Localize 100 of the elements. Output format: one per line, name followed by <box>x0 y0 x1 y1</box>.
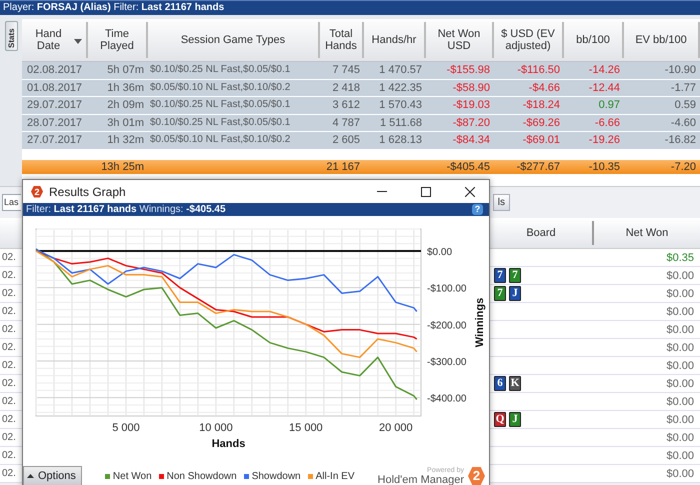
table-cell-text: -$84.34 <box>452 133 491 148</box>
app-logo: 2 <box>31 186 43 198</box>
playing-card: J <box>509 286 521 301</box>
table-cell-text: -16.82 <box>664 133 697 148</box>
player-filter-bar: Player: FORSAJ (Alias) Filter: Last 21167 hands <box>0 0 700 15</box>
table-cell-text: $0.10/$0.25 NL Fast,$0.05/$0.1 <box>149 63 292 77</box>
net-won-cell-text: $0.00 <box>665 360 695 372</box>
total-cell-text: 13h 25m <box>100 160 145 174</box>
net-won-cell-text: $0.00 <box>665 414 695 426</box>
table-cell-text: -$4.66 <box>528 80 561 96</box>
date-cell: 02. <box>2 432 16 443</box>
column-header[interactable]: Session Game Types <box>148 22 320 58</box>
date-cell: 02. <box>2 306 16 317</box>
column-header[interactable]: Hands/hr <box>364 22 426 58</box>
playing-card: 7 <box>509 268 521 283</box>
column-header[interactable]: Hand Date <box>25 28 72 52</box>
playing-card: 7 <box>494 268 506 283</box>
net-won-cell-text: $0.00 <box>665 432 695 444</box>
column-header[interactable]: $ USD (EV adjusted) <box>494 22 564 58</box>
net-won-cell-text: $0.00 <box>665 342 695 354</box>
y-tick-label: $0.00 <box>427 247 452 258</box>
options-button[interactable]: Options <box>23 466 82 485</box>
column-header[interactable]: Net Won USD <box>426 22 494 58</box>
legend-label: Net Won <box>112 470 152 482</box>
table-cell-text: $0.10/$0.25 NL Fast,$0.05/$0.1 <box>149 98 292 112</box>
column-header[interactable]: bb/100 <box>564 22 624 58</box>
table-cell-text: 2 418 <box>331 80 361 96</box>
date-cell: 02. <box>2 450 16 461</box>
brand-name: Hold'em Manager <box>378 474 464 485</box>
table-cell-text: -12.44 <box>588 80 621 96</box>
date-cell: 02. <box>2 360 16 371</box>
date-cell: 02. <box>2 414 16 425</box>
y-tick-label: -$100.00 <box>427 284 466 295</box>
total-cell-text: -10.35 <box>588 160 621 174</box>
table-cell-text: -4.60 <box>670 116 697 131</box>
table-cell-text: -19.26 <box>588 133 621 148</box>
date-cell: 02. <box>2 252 16 263</box>
table-cell-text: 3 612 <box>331 98 361 114</box>
total-cell-text: 21 167 <box>325 160 361 174</box>
total-cell-text: -7.20 <box>670 160 697 174</box>
window-title: Results Graph <box>49 184 127 198</box>
table-cell-text: 27.07.2017 <box>26 133 84 148</box>
x-tick-label: 10 000 <box>199 422 233 434</box>
table-cell-text: 7 745 <box>331 63 361 78</box>
date-cell: 02. <box>2 378 16 389</box>
date-cell: 02. <box>2 468 16 479</box>
table-cell-text: -$69.26 <box>522 116 561 131</box>
table-cell-text: 1h 36m <box>106 80 145 96</box>
x-axis-title: Hands <box>212 438 246 450</box>
table-cell-text: 2 605 <box>331 133 361 148</box>
table-cell-text: -1.77 <box>670 80 697 96</box>
stats-tab[interactable]: Stats <box>4 21 18 51</box>
maximize-icon <box>421 186 431 196</box>
table-cell-text: 1 570.43 <box>378 98 423 114</box>
column-header[interactable]: EV bb/100 <box>624 22 700 58</box>
brand-logo: 2 <box>468 467 485 485</box>
net-won-cell-text: $0.00 <box>665 306 695 318</box>
table-cell-text: 1 511.68 <box>378 116 423 131</box>
net-won-cell-text: $0.00 <box>665 450 695 462</box>
y-tick-label: -$300.00 <box>427 357 466 368</box>
table-cell-text: 01.08.2017 <box>26 80 84 96</box>
column-header[interactable]: Total Hands <box>320 22 364 58</box>
table-cell-text: 02.08.2017 <box>26 63 84 78</box>
playing-card: 7 <box>494 286 506 301</box>
table-cell-text: 28.07.2017 <box>26 116 84 131</box>
filter-field[interactable]: Las <box>2 194 21 211</box>
table-cell-text: -$87.20 <box>452 116 491 131</box>
column-header[interactable]: Board <box>490 218 592 248</box>
y-axis-title: Winnings <box>474 298 486 348</box>
table-cell-text: $0.05/$0.10 NL Fast,$0.10/$0.2 <box>149 133 292 148</box>
date-cell: 02. <box>2 396 16 407</box>
table-cell-text: 0.97 <box>598 98 621 114</box>
date-cell: 02. <box>2 270 16 281</box>
y-tick-label: -$200.00 <box>427 320 466 332</box>
table-cell-text: 1 422.35 <box>378 80 423 96</box>
total-cell-text: -$405.45 <box>446 160 491 174</box>
x-tick-label: 15 000 <box>289 422 323 434</box>
details-tab[interactable]: ls <box>492 194 510 211</box>
table-cell-text: -$116.50 <box>516 63 561 78</box>
caret-icon <box>27 474 34 478</box>
net-won-cell-text: $0.00 <box>665 378 695 390</box>
table-cell-text: 1 628.13 <box>378 133 423 148</box>
close-icon <box>465 186 475 196</box>
column-header[interactable]: Net Won <box>592 221 700 245</box>
column-header[interactable]: Time Played <box>88 22 148 58</box>
table-cell-text: -$155.98 <box>446 63 491 78</box>
net-won-cell-text: $0.00 <box>665 324 695 336</box>
table-cell-text: 5h 07m <box>106 63 145 78</box>
table-cell-text: $0.05/$0.10 NL Fast,$0.10/$0.2 <box>149 80 292 95</box>
legend-label: All-In EV <box>316 470 355 482</box>
y-tick-label: -$400.00 <box>427 394 466 405</box>
total-cell-text: -$277.67 <box>516 160 561 174</box>
table-cell-text: 29.07.2017 <box>26 98 84 114</box>
x-tick-label: 5 000 <box>112 422 140 434</box>
table-cell-text: $0.10/$0.25 NL Fast,$0.05/$0.1 <box>149 116 292 130</box>
table-cell-text: -$18.24 <box>522 98 561 114</box>
filter-summary: Filter: Last 21167 hands Winnings: -$405.45 <box>26 203 226 216</box>
net-won-cell-text: $0.35 <box>665 252 695 264</box>
legend-label: Non Showdown <box>166 470 237 482</box>
table-cell-text: 1 470.57 <box>378 63 423 78</box>
